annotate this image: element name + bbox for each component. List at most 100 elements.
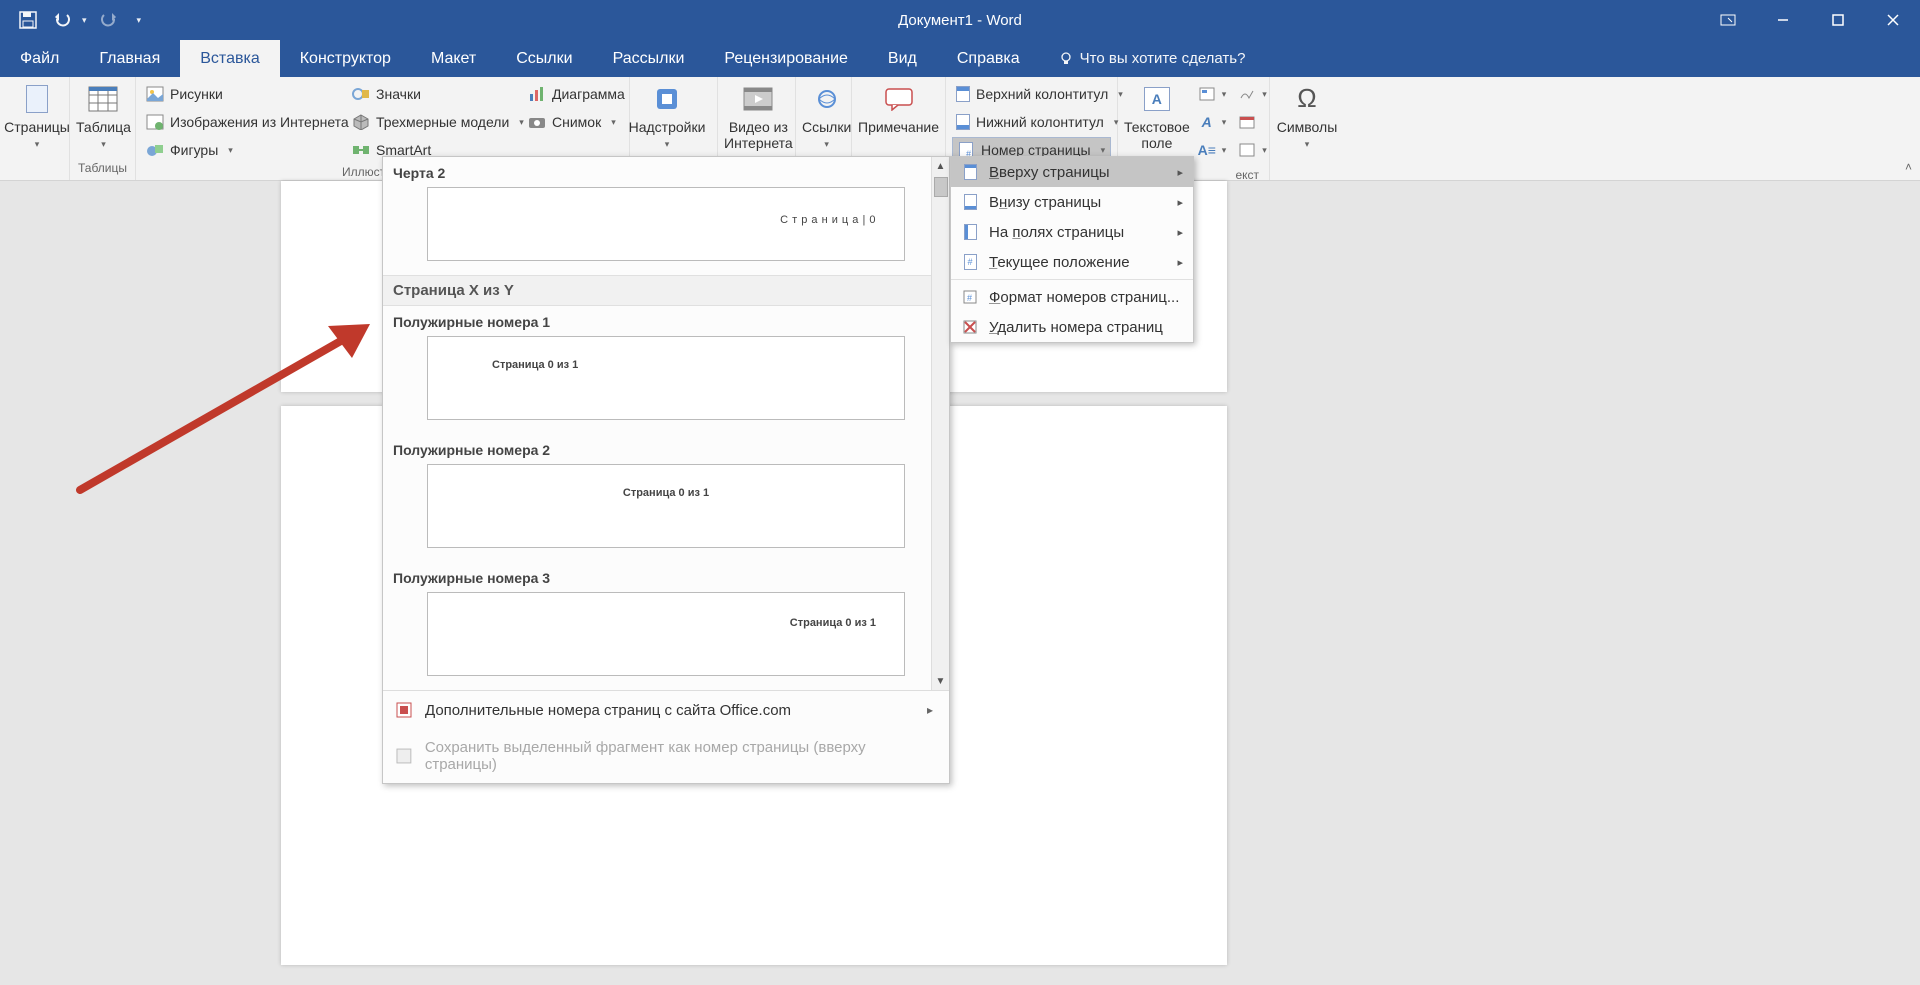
svg-text:#: #: [967, 293, 972, 303]
maximize-icon[interactable]: [1810, 0, 1865, 40]
gallery-item[interactable]: Страница 0 из 1: [427, 592, 905, 676]
tab-help[interactable]: Справка: [937, 40, 1040, 77]
redo-icon: [95, 6, 123, 34]
close-icon[interactable]: [1865, 0, 1920, 40]
text-misc-4[interactable]: ▾: [1234, 81, 1271, 107]
scroll-thumb[interactable]: [934, 177, 948, 197]
chart-button[interactable]: Диаграмма: [524, 81, 629, 107]
table-button[interactable]: Таблица ▾: [76, 79, 131, 159]
gallery-item-label: Полужирные номера 2: [383, 434, 949, 464]
tab-home[interactable]: Главная: [79, 40, 180, 77]
undo-icon[interactable]: [50, 6, 78, 34]
video-icon: [742, 83, 774, 115]
textbox-button[interactable]: A Текстовое поле▾: [1124, 79, 1190, 166]
gallery-item[interactable]: Страница 0 из 1: [427, 336, 905, 420]
office-icon: [395, 701, 413, 719]
online-video-button[interactable]: Видео из Интернета: [724, 79, 793, 159]
menu-top-of-page[interactable]: Вверху страницы ▸: [951, 157, 1193, 187]
online-pictures-icon: [146, 113, 164, 131]
menu-current-position[interactable]: # Текущее положение ▸: [951, 247, 1193, 277]
text-misc-3[interactable]: A≡▾: [1194, 137, 1231, 163]
gallery-item-label: Полужирные номера 1: [383, 306, 949, 336]
shapes-button[interactable]: Фигуры: [142, 137, 348, 163]
gallery-section-header: Страница X из Y: [383, 275, 949, 306]
qat-customize-icon[interactable]: ▾: [137, 15, 142, 26]
text-misc-5[interactable]: [1234, 109, 1271, 135]
tab-review[interactable]: Рецензирование: [704, 40, 868, 77]
addins-button[interactable]: Надстройки▾: [636, 79, 698, 159]
gallery-item[interactable]: Страница 0 из 1: [427, 464, 905, 548]
screenshot-button[interactable]: Снимок: [524, 109, 629, 135]
undo-dropdown-icon[interactable]: ▾: [82, 15, 87, 26]
pictures-button[interactable]: Рисунки: [142, 81, 348, 107]
gallery-more-office[interactable]: Дополнительные номера страниц с сайта Of…: [383, 691, 949, 729]
collapse-ribbon-icon[interactable]: ˄: [1905, 160, 1912, 174]
chevron-right-icon: ▸: [1177, 166, 1183, 179]
tab-file[interactable]: Файл: [0, 40, 79, 77]
lightbulb-icon: [1058, 51, 1074, 67]
tab-mailings[interactable]: Рассылки: [593, 40, 705, 77]
scroll-down-icon[interactable]: ▼: [932, 672, 949, 690]
links-button[interactable]: Ссылки▾: [802, 79, 851, 159]
camera-icon: [528, 113, 546, 131]
object-icon: [1238, 141, 1256, 159]
footer-icon: [956, 113, 970, 131]
chevron-right-icon: ▸: [1177, 226, 1183, 239]
save-selection-icon: [395, 747, 413, 765]
menu-remove-page-numbers[interactable]: Удалить номера страниц: [951, 312, 1193, 342]
chevron-right-icon: ▸: [1177, 256, 1183, 269]
footer-button[interactable]: Нижний колонтитул: [952, 109, 1111, 135]
tab-design[interactable]: Конструктор: [280, 40, 411, 77]
tell-me-search[interactable]: Что вы хотите сделать?: [1040, 40, 1246, 77]
comment-icon: [883, 83, 915, 115]
header-button[interactable]: Верхний колонтитул: [952, 81, 1111, 107]
gallery-item-label: Полужирные номера 3: [383, 562, 949, 592]
signature-icon: [1238, 85, 1256, 103]
page-number-menu: Вверху страницы ▸ Внизу страницы ▸ На по…: [950, 156, 1194, 343]
ribbon-display-options-icon[interactable]: [1700, 0, 1755, 40]
gallery-scrollbar[interactable]: ▲ ▼: [931, 157, 949, 690]
datetime-icon: [1238, 113, 1256, 131]
omega-icon: Ω: [1291, 83, 1323, 115]
table-icon: [87, 83, 119, 115]
minimize-icon[interactable]: [1755, 0, 1810, 40]
save-icon[interactable]: [14, 6, 42, 34]
format-icon: #: [961, 288, 979, 306]
chart-icon: [528, 85, 546, 103]
chevron-right-icon: ▸: [1177, 196, 1183, 209]
tab-references[interactable]: Ссылки: [496, 40, 592, 77]
text-misc-2[interactable]: A▾: [1194, 109, 1231, 135]
pages-button[interactable]: Страницы ▾: [6, 79, 68, 159]
icons-icon: [352, 85, 370, 103]
gallery-save-selection: Сохранить выделенный фрагмент как номер …: [383, 729, 949, 783]
symbols-button[interactable]: Ω Символы▾: [1276, 79, 1338, 159]
page-margins-icon: [961, 223, 979, 241]
link-icon: [811, 83, 843, 115]
ribbon-tabs: Файл Главная Вставка Конструктор Макет С…: [0, 40, 1920, 77]
window-title: Документ1 - Word: [898, 12, 1022, 29]
3d-models-button[interactable]: Трехмерные модели: [348, 109, 524, 135]
shapes-icon: [146, 141, 164, 159]
online-pictures-button[interactable]: Изображения из Интернета: [142, 109, 348, 135]
page-top-icon: [961, 163, 979, 181]
text-misc-6[interactable]: ▾: [1234, 137, 1271, 163]
menu-bottom-of-page[interactable]: Внизу страницы ▸: [951, 187, 1193, 217]
gallery-item[interactable]: С т р а н и ц а | 0: [427, 187, 905, 261]
page-icon: [21, 83, 53, 115]
page-bottom-icon: [961, 193, 979, 211]
wordart-icon: A: [1198, 113, 1216, 131]
menu-format-page-numbers[interactable]: # Формат номеров страниц...: [951, 282, 1193, 312]
gallery-item-label: Черта 2: [383, 157, 949, 187]
menu-page-margins[interactable]: На полях страницы ▸: [951, 217, 1193, 247]
comment-button[interactable]: Примечание: [858, 79, 939, 159]
header-icon: [956, 85, 970, 103]
tab-view[interactable]: Вид: [868, 40, 937, 77]
tab-layout[interactable]: Макет: [411, 40, 496, 77]
textbox-icon: A: [1141, 83, 1173, 115]
text-misc-1[interactable]: ▾: [1194, 81, 1231, 107]
current-position-icon: #: [961, 253, 979, 271]
icons-button[interactable]: Значки: [348, 81, 524, 107]
addins-icon: [651, 83, 683, 115]
tab-insert[interactable]: Вставка: [180, 40, 279, 77]
scroll-up-icon[interactable]: ▲: [932, 157, 949, 175]
